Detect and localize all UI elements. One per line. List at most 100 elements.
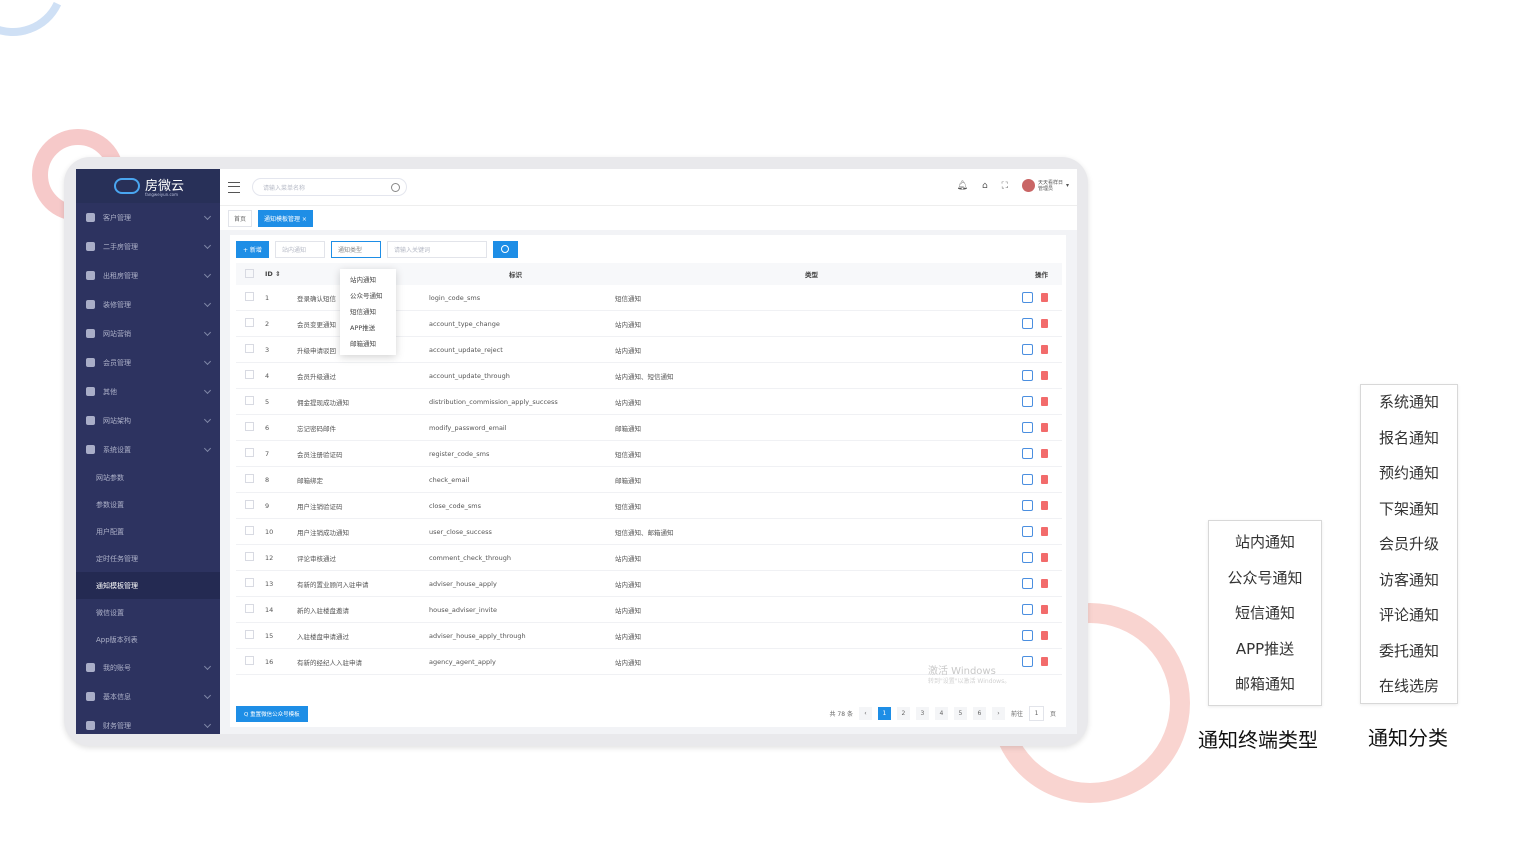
page-button[interactable]: 4 <box>934 707 948 720</box>
tab-home[interactable]: 首页 <box>228 209 253 227</box>
add-button[interactable]: + 新增 <box>236 241 269 258</box>
menu-search-input[interactable]: 请输入菜单名称 <box>252 178 407 196</box>
delete-icon[interactable] <box>1041 579 1048 588</box>
sidebar-item[interactable]: 系统设置 <box>76 435 220 464</box>
dropdown-option[interactable]: APP推送 <box>340 320 396 336</box>
page-button[interactable]: 6 <box>972 707 986 720</box>
table-row[interactable]: 4 会员升级通过 account_update_through 站内通知、短信通知 <box>236 362 1062 389</box>
table-row[interactable]: 10 用户注销成功通知 user_close_success 短信通知、邮箱通知 <box>236 518 1062 545</box>
sidebar-subitem[interactable]: App版本列表 <box>76 626 220 653</box>
sidebar-item[interactable]: 二手房管理 <box>76 232 220 261</box>
delete-icon[interactable] <box>1041 527 1048 536</box>
row-checkbox[interactable] <box>245 344 254 353</box>
row-checkbox[interactable] <box>245 552 254 561</box>
dropdown-option[interactable]: 公众号通知 <box>340 288 396 304</box>
edit-icon[interactable] <box>1022 526 1033 537</box>
delete-icon[interactable] <box>1041 423 1048 432</box>
row-checkbox[interactable] <box>245 422 254 431</box>
sidebar-item[interactable]: 客户管理 <box>76 203 220 232</box>
home-icon[interactable]: ⌂ <box>982 181 988 191</box>
row-checkbox[interactable] <box>245 396 254 405</box>
edit-icon[interactable] <box>1022 370 1033 381</box>
dropdown-option[interactable]: 短信通知 <box>340 304 396 320</box>
edit-icon[interactable] <box>1022 656 1033 667</box>
fullscreen-icon[interactable]: ⛶ <box>1002 181 1008 191</box>
keyword-input[interactable]: 请输入关键词 <box>386 241 487 258</box>
delete-icon[interactable] <box>1041 657 1048 666</box>
category-select[interactable]: 站内通知 <box>274 241 325 258</box>
sidebar-item[interactable]: 我的账号 <box>76 653 220 682</box>
logo[interactable]: 房微云 fangweiyun.com <box>76 169 220 203</box>
row-checkbox[interactable] <box>245 604 254 613</box>
delete-icon[interactable] <box>1041 605 1048 614</box>
edit-icon[interactable] <box>1022 422 1033 433</box>
dropdown-option[interactable]: 邮箱通知 <box>340 336 396 352</box>
bell-icon[interactable]: 🔔︎ <box>957 181 968 191</box>
edit-icon[interactable] <box>1022 344 1033 355</box>
table-row[interactable]: 6 忘记密码邮件 modify_password_email 邮箱通知 <box>236 414 1062 441</box>
edit-icon[interactable] <box>1022 474 1033 485</box>
delete-icon[interactable] <box>1041 449 1048 458</box>
sidebar-subitem[interactable]: 用户配置 <box>76 518 220 545</box>
sidebar-item[interactable]: 其他 <box>76 377 220 406</box>
row-checkbox[interactable] <box>245 578 254 587</box>
prev-page-button[interactable]: ‹ <box>858 707 872 720</box>
table-row[interactable]: 8 邮箱绑定 check_email 邮箱通知 <box>236 466 1062 493</box>
sidebar-subitem[interactable]: 网站参数 <box>76 464 220 491</box>
sidebar-item[interactable]: 网站营销 <box>76 319 220 348</box>
page-button[interactable]: 5 <box>953 707 967 720</box>
notice-type-select[interactable]: 通知类型 <box>330 241 381 258</box>
next-page-button[interactable]: › <box>991 707 1005 720</box>
table-row[interactable]: 12 评论审核通过 comment_check_through 站内通知 <box>236 544 1062 571</box>
row-checkbox[interactable] <box>245 500 254 509</box>
edit-icon[interactable] <box>1022 552 1033 563</box>
table-row[interactable]: 15 入驻楼盘申请通过 adviser_house_apply_through 站内通… <box>236 622 1062 649</box>
table-row[interactable]: 13 有新的置业顾问入驻申请 adviser_house_apply 站内通知 <box>236 570 1062 597</box>
delete-icon[interactable] <box>1041 371 1048 380</box>
delete-icon[interactable] <box>1041 553 1048 562</box>
menu-toggle-icon[interactable] <box>228 181 240 193</box>
select-all-checkbox[interactable] <box>245 268 254 278</box>
search-button[interactable] <box>492 241 518 258</box>
reset-wechat-template-button[interactable]: Q 重置微信公众号模板 <box>236 706 308 722</box>
edit-icon[interactable] <box>1022 448 1033 459</box>
row-checkbox[interactable] <box>245 318 254 327</box>
table-row[interactable]: 14 新的入驻楼盘邀请 house_adviser_invite 站内通知 <box>236 596 1062 623</box>
row-checkbox[interactable] <box>245 474 254 483</box>
page-button[interactable]: 1 <box>877 707 891 720</box>
sidebar-item[interactable]: 基本信息 <box>76 682 220 711</box>
table-row[interactable]: 9 用户注销验证码 close_code_sms 短信通知 <box>236 492 1062 519</box>
tab-notice-templates[interactable]: 通知模板管理 × <box>258 209 313 227</box>
goto-input[interactable]: 1 <box>1028 706 1044 721</box>
delete-icon[interactable] <box>1041 631 1048 640</box>
edit-icon[interactable] <box>1022 604 1033 615</box>
sidebar-item[interactable]: 会员管理 <box>76 348 220 377</box>
search-icon[interactable] <box>391 183 400 192</box>
sidebar-subitem[interactable]: 参数设置 <box>76 491 220 518</box>
delete-icon[interactable] <box>1041 319 1048 328</box>
delete-icon[interactable] <box>1041 397 1048 406</box>
edit-icon[interactable] <box>1022 578 1033 589</box>
edit-icon[interactable] <box>1022 318 1033 329</box>
sidebar-item[interactable]: 装修管理 <box>76 290 220 319</box>
edit-icon[interactable] <box>1022 396 1033 407</box>
edit-icon[interactable] <box>1022 292 1033 303</box>
delete-icon[interactable] <box>1041 501 1048 510</box>
delete-icon[interactable] <box>1041 293 1048 302</box>
row-checkbox[interactable] <box>245 292 254 301</box>
page-button[interactable]: 3 <box>915 707 929 720</box>
sidebar-item[interactable]: 网站架构 <box>76 406 220 435</box>
edit-icon[interactable] <box>1022 500 1033 511</box>
row-checkbox[interactable] <box>245 370 254 379</box>
delete-icon[interactable] <box>1041 345 1048 354</box>
page-button[interactable]: 2 <box>896 707 910 720</box>
sidebar-item[interactable]: 财务管理 <box>76 711 220 734</box>
row-checkbox[interactable] <box>245 526 254 535</box>
user-menu[interactable]: 天天看样日 管理员 ▾ <box>1021 179 1069 192</box>
edit-icon[interactable] <box>1022 630 1033 641</box>
sidebar-subitem[interactable]: 定时任务管理 <box>76 545 220 572</box>
row-checkbox[interactable] <box>245 448 254 457</box>
row-checkbox[interactable] <box>245 630 254 639</box>
sidebar-subitem[interactable]: 通知模板管理 <box>76 572 220 599</box>
delete-icon[interactable] <box>1041 475 1048 484</box>
